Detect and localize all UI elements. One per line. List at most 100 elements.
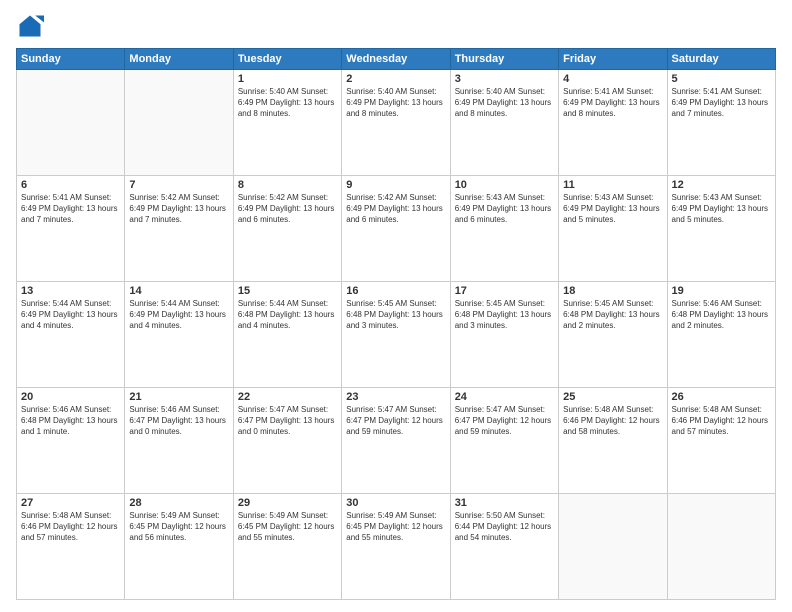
calendar-cell: 9 Sunrise: 5:42 AM Sunset: 6:49 PM Daylig… bbox=[342, 176, 450, 282]
day-number: 6 bbox=[21, 179, 120, 191]
day-detail: Sunrise: 5:48 AM Sunset: 6:46 PM Dayligh… bbox=[672, 405, 771, 437]
day-number: 9 bbox=[346, 179, 445, 191]
day-number: 12 bbox=[672, 179, 771, 191]
day-number: 8 bbox=[238, 179, 337, 191]
day-number: 28 bbox=[129, 497, 228, 509]
calendar-cell bbox=[559, 494, 667, 600]
header bbox=[16, 12, 776, 40]
day-number: 2 bbox=[346, 73, 445, 85]
day-number: 22 bbox=[238, 391, 337, 403]
calendar-header-sunday: Sunday bbox=[17, 49, 125, 70]
calendar-cell: 19 Sunrise: 5:46 AM Sunset: 6:48 PM Dayli… bbox=[667, 282, 775, 388]
day-detail: Sunrise: 5:49 AM Sunset: 6:45 PM Dayligh… bbox=[129, 511, 228, 543]
day-detail: Sunrise: 5:43 AM Sunset: 6:49 PM Dayligh… bbox=[563, 193, 662, 225]
calendar-cell: 1 Sunrise: 5:40 AM Sunset: 6:49 PM Daylig… bbox=[233, 70, 341, 176]
calendar-cell: 13 Sunrise: 5:44 AM Sunset: 6:49 PM Dayli… bbox=[17, 282, 125, 388]
day-detail: Sunrise: 5:44 AM Sunset: 6:48 PM Dayligh… bbox=[238, 299, 337, 331]
day-detail: Sunrise: 5:42 AM Sunset: 6:49 PM Dayligh… bbox=[238, 193, 337, 225]
day-number: 3 bbox=[455, 73, 554, 85]
day-number: 16 bbox=[346, 285, 445, 297]
day-number: 21 bbox=[129, 391, 228, 403]
day-detail: Sunrise: 5:41 AM Sunset: 6:49 PM Dayligh… bbox=[21, 193, 120, 225]
calendar-cell: 4 Sunrise: 5:41 AM Sunset: 6:49 PM Daylig… bbox=[559, 70, 667, 176]
day-number: 1 bbox=[238, 73, 337, 85]
calendar-cell: 25Sunrise: 5:48 AM Sunset: 6:46 PM Dayli… bbox=[559, 388, 667, 494]
calendar-header-tuesday: Tuesday bbox=[233, 49, 341, 70]
day-number: 5 bbox=[672, 73, 771, 85]
day-detail: Sunrise: 5:46 AM Sunset: 6:47 PM Dayligh… bbox=[129, 405, 228, 437]
day-detail: Sunrise: 5:46 AM Sunset: 6:48 PM Dayligh… bbox=[21, 405, 120, 437]
calendar-week-row: 27Sunrise: 5:48 AM Sunset: 6:46 PM Dayli… bbox=[17, 494, 776, 600]
calendar-cell: 20 Sunrise: 5:46 AM Sunset: 6:48 PM Dayli… bbox=[17, 388, 125, 494]
day-number: 17 bbox=[455, 285, 554, 297]
calendar-cell: 5 Sunrise: 5:41 AM Sunset: 6:49 PM Daylig… bbox=[667, 70, 775, 176]
day-detail: Sunrise: 5:43 AM Sunset: 6:49 PM Dayligh… bbox=[672, 193, 771, 225]
calendar-cell: 16 Sunrise: 5:45 AM Sunset: 6:48 PM Dayli… bbox=[342, 282, 450, 388]
calendar-header-saturday: Saturday bbox=[667, 49, 775, 70]
day-number: 20 bbox=[21, 391, 120, 403]
calendar-cell: 21 Sunrise: 5:46 AM Sunset: 6:47 PM Dayli… bbox=[125, 388, 233, 494]
calendar-cell: 18 Sunrise: 5:45 AM Sunset: 6:48 PM Dayli… bbox=[559, 282, 667, 388]
day-detail: Sunrise: 5:46 AM Sunset: 6:48 PM Dayligh… bbox=[672, 299, 771, 331]
calendar-cell: 26 Sunrise: 5:48 AM Sunset: 6:46 PM Dayli… bbox=[667, 388, 775, 494]
day-detail: Sunrise: 5:42 AM Sunset: 6:49 PM Dayligh… bbox=[346, 193, 445, 225]
day-number: 29 bbox=[238, 497, 337, 509]
calendar-cell: 22 Sunrise: 5:47 AM Sunset: 6:47 PM Dayli… bbox=[233, 388, 341, 494]
day-detail: Sunrise: 5:45 AM Sunset: 6:48 PM Dayligh… bbox=[455, 299, 554, 331]
calendar-cell: 6 Sunrise: 5:41 AM Sunset: 6:49 PM Daylig… bbox=[17, 176, 125, 282]
logo-icon bbox=[16, 12, 44, 40]
day-number: 27 bbox=[21, 497, 120, 509]
day-detail: Sunrise: 5:49 AM Sunset: 6:45 PM Dayligh… bbox=[238, 511, 337, 543]
day-detail: Sunrise: 5:44 AM Sunset: 6:49 PM Dayligh… bbox=[129, 299, 228, 331]
day-number: 31 bbox=[455, 497, 554, 509]
day-number: 19 bbox=[672, 285, 771, 297]
calendar-cell: 24 Sunrise: 5:47 AM Sunset: 6:47 PM Dayli… bbox=[450, 388, 558, 494]
calendar-week-row: 13 Sunrise: 5:44 AM Sunset: 6:49 PM Dayli… bbox=[17, 282, 776, 388]
calendar-cell: 17 Sunrise: 5:45 AM Sunset: 6:48 PM Dayli… bbox=[450, 282, 558, 388]
calendar-header-wednesday: Wednesday bbox=[342, 49, 450, 70]
calendar-cell: 23Sunrise: 5:47 AM Sunset: 6:47 PM Dayli… bbox=[342, 388, 450, 494]
calendar-cell bbox=[125, 70, 233, 176]
day-detail: Sunrise: 5:43 AM Sunset: 6:49 PM Dayligh… bbox=[455, 193, 554, 225]
calendar-week-row: 20 Sunrise: 5:46 AM Sunset: 6:48 PM Dayli… bbox=[17, 388, 776, 494]
day-number: 4 bbox=[563, 73, 662, 85]
day-detail: Sunrise: 5:47 AM Sunset: 6:47 PM Dayligh… bbox=[455, 405, 554, 437]
calendar-week-row: 1 Sunrise: 5:40 AM Sunset: 6:49 PM Daylig… bbox=[17, 70, 776, 176]
calendar-cell: 15 Sunrise: 5:44 AM Sunset: 6:48 PM Dayli… bbox=[233, 282, 341, 388]
calendar-cell: 31 Sunrise: 5:50 AM Sunset: 6:44 PM Dayli… bbox=[450, 494, 558, 600]
day-number: 26 bbox=[672, 391, 771, 403]
day-number: 15 bbox=[238, 285, 337, 297]
calendar-cell: 10 Sunrise: 5:43 AM Sunset: 6:49 PM Dayli… bbox=[450, 176, 558, 282]
day-detail: Sunrise: 5:50 AM Sunset: 6:44 PM Dayligh… bbox=[455, 511, 554, 543]
day-detail: Sunrise: 5:45 AM Sunset: 6:48 PM Dayligh… bbox=[346, 299, 445, 331]
calendar-header-row: SundayMondayTuesdayWednesdayThursdayFrid… bbox=[17, 49, 776, 70]
day-detail: Sunrise: 5:41 AM Sunset: 6:49 PM Dayligh… bbox=[672, 87, 771, 119]
calendar-cell: 14 Sunrise: 5:44 AM Sunset: 6:49 PM Dayli… bbox=[125, 282, 233, 388]
calendar-cell: 27Sunrise: 5:48 AM Sunset: 6:46 PM Dayli… bbox=[17, 494, 125, 600]
day-detail: Sunrise: 5:45 AM Sunset: 6:48 PM Dayligh… bbox=[563, 299, 662, 331]
day-detail: Sunrise: 5:41 AM Sunset: 6:49 PM Dayligh… bbox=[563, 87, 662, 119]
calendar-header-friday: Friday bbox=[559, 49, 667, 70]
calendar-cell: 12 Sunrise: 5:43 AM Sunset: 6:49 PM Dayli… bbox=[667, 176, 775, 282]
calendar-cell: 7Sunrise: 5:42 AM Sunset: 6:49 PM Daylig… bbox=[125, 176, 233, 282]
day-number: 24 bbox=[455, 391, 554, 403]
day-number: 18 bbox=[563, 285, 662, 297]
calendar-cell: 11Sunrise: 5:43 AM Sunset: 6:49 PM Dayli… bbox=[559, 176, 667, 282]
day-detail: Sunrise: 5:40 AM Sunset: 6:49 PM Dayligh… bbox=[346, 87, 445, 119]
day-detail: Sunrise: 5:47 AM Sunset: 6:47 PM Dayligh… bbox=[238, 405, 337, 437]
calendar-header-thursday: Thursday bbox=[450, 49, 558, 70]
day-number: 14 bbox=[129, 285, 228, 297]
calendar-table: SundayMondayTuesdayWednesdayThursdayFrid… bbox=[16, 48, 776, 600]
calendar-cell bbox=[667, 494, 775, 600]
calendar-cell: 30Sunrise: 5:49 AM Sunset: 6:45 PM Dayli… bbox=[342, 494, 450, 600]
calendar-cell: 29 Sunrise: 5:49 AM Sunset: 6:45 PM Dayli… bbox=[233, 494, 341, 600]
day-number: 10 bbox=[455, 179, 554, 191]
calendar-cell bbox=[17, 70, 125, 176]
calendar-week-row: 6 Sunrise: 5:41 AM Sunset: 6:49 PM Daylig… bbox=[17, 176, 776, 282]
day-detail: Sunrise: 5:40 AM Sunset: 6:49 PM Dayligh… bbox=[238, 87, 337, 119]
day-number: 23 bbox=[346, 391, 445, 403]
day-number: 30 bbox=[346, 497, 445, 509]
day-detail: Sunrise: 5:44 AM Sunset: 6:49 PM Dayligh… bbox=[21, 299, 120, 331]
day-number: 13 bbox=[21, 285, 120, 297]
logo bbox=[16, 12, 48, 40]
